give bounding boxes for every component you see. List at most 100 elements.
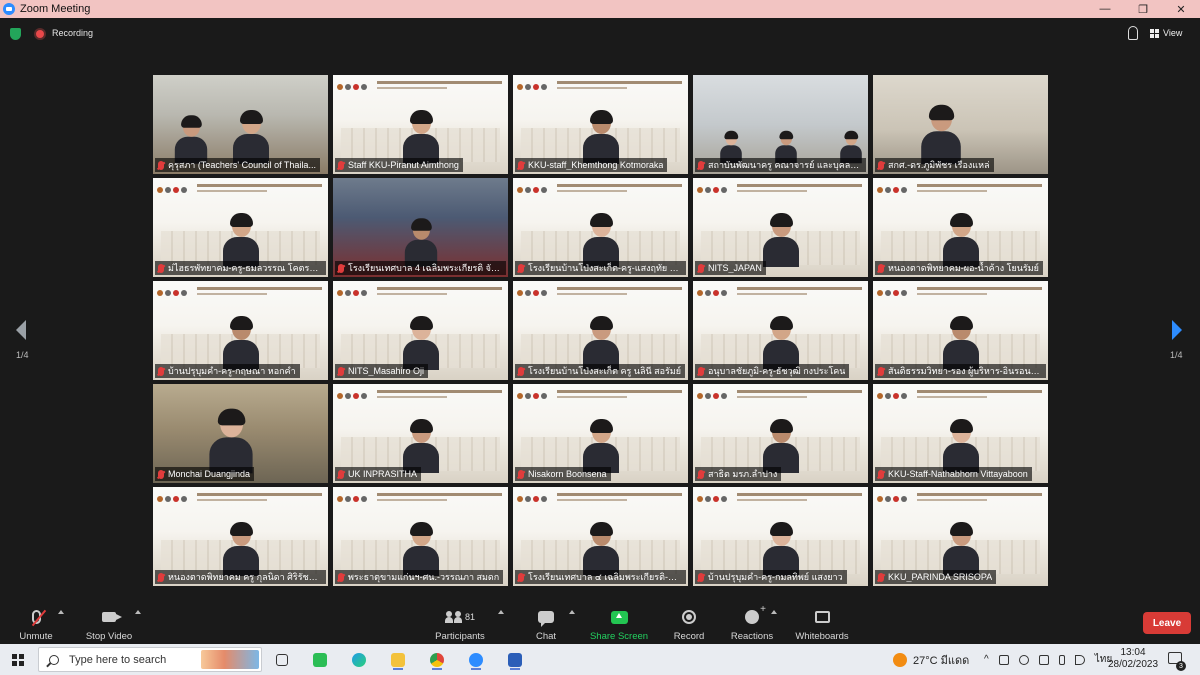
chat-options-caret-icon[interactable] [569,610,575,614]
reactions-options-caret-icon[interactable] [771,610,777,614]
video-tile[interactable]: ม่ไฮธรพัทยาคม-ครู-ธมลวรรณ โคตรพันธ์ [153,178,328,277]
security-shield-icon[interactable] [10,28,21,40]
view-button[interactable]: View [1150,24,1182,42]
minimize-button[interactable]: — [1086,0,1124,18]
weather-widget[interactable]: 27°C มีแดด [893,644,969,675]
whiteboards-button[interactable]: Whiteboards [793,600,851,644]
task-view-icon[interactable] [272,650,292,670]
video-tile[interactable]: KKU-staff_Khemthong Kotmoraka [513,75,688,174]
immersive-view-icon[interactable] [1128,26,1138,40]
word-app-icon[interactable] [505,650,525,670]
muted-microphone-icon [518,263,524,273]
windows-start-icon[interactable] [12,654,24,666]
slide-header [517,80,684,94]
participant-name-bar: สกศ.-ดร.ภูมิพัชร เรืองแหล่ [875,158,994,172]
close-button[interactable]: ✕ [1162,0,1200,18]
video-tile[interactable]: Nisakorn Boonsena [513,384,688,483]
slide-header [157,492,324,506]
maximize-button[interactable]: ❐ [1124,0,1162,18]
muted-microphone-icon [518,469,524,479]
video-tile[interactable]: พระธาตุขามแก่นฯ-ศน.-วรรณภา สมดก [333,487,508,586]
volume-icon[interactable] [1074,654,1085,665]
windows-taskbar: Type here to search 27°C มีแดด ^ ไทย 13:… [0,644,1200,675]
leave-button[interactable]: Leave [1143,612,1191,634]
unmute-button[interactable]: Unmute [16,600,56,644]
sun-weather-icon [893,652,907,667]
participant-name-bar: KKU-Staff-Nathabhorn Vittayaboon [875,467,1032,481]
muted-microphone-icon [878,469,884,479]
participant-name: UK INPRASITHA [348,469,418,479]
slide-header [697,183,864,197]
video-tile[interactable]: โรงเรียนบ้านโป่งสะเก็ต-ครู-แสงฤทัย บุญ..… [513,178,688,277]
search-placeholder: Type here to search [69,653,167,666]
audio-options-caret-icon[interactable] [58,610,64,614]
onedrive-cloud-icon[interactable] [1018,654,1029,665]
chrome-browser-icon[interactable] [427,650,447,670]
line-app-icon[interactable] [310,650,330,670]
video-tile[interactable]: อนุบาลชัยภูมิ-ครู-ธัชวุฒิ กงประโคน [693,281,868,380]
video-tile[interactable]: NITS_JAPAN [693,178,868,277]
muted-microphone-icon [878,366,884,376]
reactions-button[interactable]: Reactions [730,600,774,644]
participant-name-bar: โรงเรียนเทศบาล 4 เฉลิมพระเกียรติ จังหว..… [335,261,506,275]
muted-microphone-icon [338,160,344,170]
participant-video-figure [943,213,979,267]
muted-microphone-icon [878,160,884,170]
microphone-tray-icon[interactable] [1058,654,1065,665]
video-tile[interactable]: KKU_PARINDA SRISOPA [873,487,1048,586]
participant-name: Nisakorn Boonsena [528,469,607,479]
muted-microphone-icon [698,572,704,582]
video-tile[interactable]: โรงเรียนบ้านโป่งสะเก็ต ครู นลินี สอรัมย์ [513,281,688,380]
video-options-caret-icon[interactable] [135,610,141,614]
previous-page-arrow-icon[interactable] [16,320,26,340]
participant-video-figure [583,522,619,576]
video-tile[interactable]: หนองตาดพิทยาคม-ผอ-น้ำค้าง โยนรัมย์ [873,178,1048,277]
show-hidden-icons-chevron-icon[interactable]: ^ [984,654,989,665]
file-explorer-icon[interactable] [388,650,408,670]
clock-date: 28/02/2023 [1108,659,1159,670]
video-tile[interactable]: คุรุสภา (Teachers' Council of Thaila... [153,75,328,174]
share-screen-button[interactable]: Share Screen [590,600,648,644]
participant-name-bar: บ้านปรุบุมคำ-ครู-กฤษณา หอกคำ [155,364,300,378]
video-tile[interactable]: UK INPRASITHA [333,384,508,483]
video-tile[interactable]: บ้านปรุบุมคำ-ครู-กมลทิพย์ แสงยาว [693,487,868,586]
record-button[interactable]: Record [672,600,706,644]
video-tile[interactable]: Staff KKU-Piranut Aimthong [333,75,508,174]
participants-count: 81 [464,612,475,622]
stop-video-button[interactable]: Stop Video [84,600,134,644]
muted-microphone-icon [518,366,524,376]
participants-options-caret-icon[interactable] [498,610,504,614]
video-tile[interactable]: หนองตาดพิทยาคม ครู กุลนิดา ศิริรัชพันธ์ [153,487,328,586]
video-tile[interactable]: บ้านปรุบุมคำ-ครู-กฤษณา หอกคำ [153,281,328,380]
video-tile[interactable]: สถาบันพัฒนาครู คณาจารย์ และบุคลากร... [693,75,868,174]
taskbar-clock[interactable]: 13:04 28/02/2023 [1108,647,1158,671]
video-tile[interactable]: โรงเรียนเทศบาล ๔ เฉลิมพระเกียรติ-ผอ.... [513,487,688,586]
view-label: View [1163,28,1183,38]
participants-button[interactable]: 81 Participants [433,600,487,644]
network-icon[interactable] [1038,654,1049,665]
video-tile[interactable]: NITS_Masahiro Oji [333,281,508,380]
participant-name-bar: ม่ไฮธรพัทยาคม-ครู-ธมลวรรณ โคตรพันธ์ [155,261,326,275]
participant-name-bar: โรงเรียนเทศบาล ๔ เฉลิมพระเกียรติ-ผอ.... [515,570,686,584]
next-page-arrow-icon[interactable] [1172,320,1182,340]
page-indicator-right: 1/4 [1170,350,1183,360]
video-tile[interactable]: สาธิต มรภ.ลำปาง [693,384,868,483]
video-tile[interactable]: Monchai Duangjinda [153,384,328,483]
video-tile[interactable]: สกศ.-ดร.ภูมิพัชร เรืองแหล่ [873,75,1048,174]
participant-video-figure [583,419,619,473]
chat-button[interactable]: Chat [534,600,558,644]
edge-browser-icon[interactable] [349,650,369,670]
video-tile[interactable]: โรงเรียนเทศบาล 4 เฉลิมพระเกียรติ จังหว..… [333,178,508,277]
participant-name-bar: โรงเรียนบ้านโป่งสะเก็ต ครู นลินี สอรัมย์ [515,364,686,378]
zoom-app-icon[interactable] [466,650,486,670]
participant-video-figure [763,522,799,576]
slide-header [517,286,684,300]
device-icon[interactable] [998,654,1009,665]
muted-microphone-icon [338,572,344,582]
participant-video-figure [943,316,979,370]
taskbar-search-box[interactable]: Type here to search [38,647,262,672]
participant-video-figure [921,104,961,165]
video-tile[interactable]: สันติธรรมวิทยา-รอง ผู้บริหาร-อินรอน สะ..… [873,281,1048,380]
video-tile[interactable]: KKU-Staff-Nathabhorn Vittayaboon [873,384,1048,483]
participant-name: Monchai Duangjinda [168,469,251,479]
